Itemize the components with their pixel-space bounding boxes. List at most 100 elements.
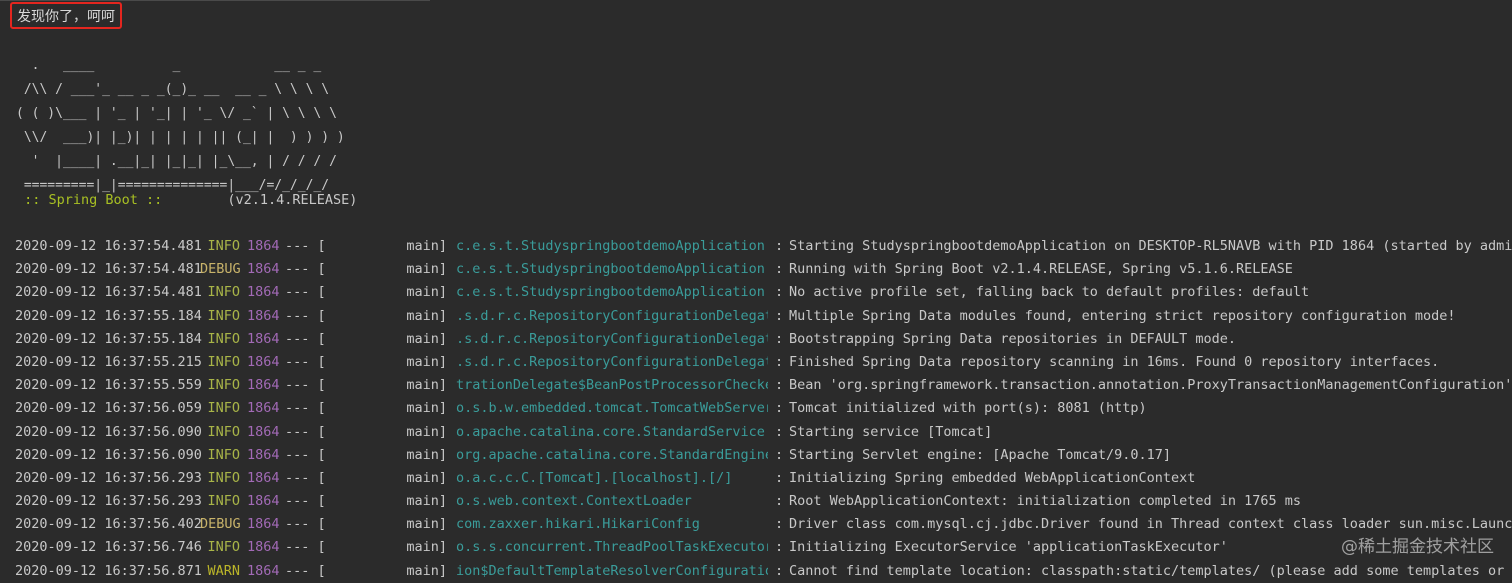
log-thread: main]: [406, 539, 447, 556]
log-colon: :: [775, 307, 784, 324]
log-timestamp: 2020-09-12 16:37:56.090: [15, 423, 202, 440]
log-message: Starting StudyspringbootdemoApplication …: [789, 238, 1512, 254]
log-logger: o.a.c.c.C.[Tomcat].[localhost].[/]: [456, 469, 733, 486]
log-logger: o.s.b.w.embedded.tomcat.TomcatWebServer: [456, 400, 768, 417]
log-colon: :: [775, 516, 784, 533]
log-logger: .s.d.r.c.RepositoryConfigurationDelegate: [456, 330, 768, 347]
log-row: 2020-09-12 16:37:55.559 INFO 1864 --- [main…: [0, 374, 1512, 397]
log-level: INFO: [207, 330, 240, 347]
log-logger: c.e.s.t.StudyspringbootdemoApplication: [456, 261, 765, 278]
banner-line: . ____ _ __ _ _: [16, 58, 322, 73]
log-timestamp: 2020-09-12 16:37:55.215: [15, 353, 202, 370]
log-row: 2020-09-12 16:37:56.090 INFO 1864 --- [main…: [0, 421, 1512, 444]
log-pid: 1864: [247, 377, 280, 394]
spring-boot-label: :: Spring Boot ::: [16, 192, 171, 208]
log-timestamp: 2020-09-12 16:37:56.090: [15, 446, 202, 463]
log-row: 2020-09-12 16:37:55.184 INFO 1864 --- [main…: [0, 328, 1512, 351]
log-message: Root WebApplicationContext: initializati…: [789, 493, 1302, 510]
log-message: Running with Spring Boot v2.1.4.RELEASE,…: [789, 261, 1293, 278]
log-colon: :: [775, 353, 784, 370]
log-colon: :: [775, 377, 784, 394]
log-thread: main]: [406, 516, 447, 533]
log-thread: main]: [406, 562, 447, 579]
log-timestamp: 2020-09-12 16:37:56.293: [15, 469, 202, 486]
log-timestamp: 2020-09-12 16:37:55.184: [15, 307, 202, 324]
log-thread: main]: [406, 284, 447, 301]
log-timestamp: 2020-09-12 16:37:54.481: [15, 284, 202, 301]
log-thread: main]: [406, 446, 447, 463]
log-colon: :: [775, 562, 784, 579]
log-colon: :: [775, 469, 784, 486]
log-pid: 1864: [247, 330, 280, 347]
log-logger: c.e.s.t.StudyspringbootdemoApplication: [456, 238, 765, 254]
log-pid: 1864: [247, 238, 280, 254]
log-colon: :: [775, 284, 784, 301]
log-level: INFO: [207, 423, 240, 440]
log-thread: main]: [406, 493, 447, 510]
log-pid: 1864: [247, 353, 280, 370]
log-pid: 1864: [247, 516, 280, 533]
log-level: WARN: [207, 562, 240, 579]
log-message: Finished Spring Data repository scanning…: [789, 353, 1440, 370]
log-row: 2020-09-12 16:37:54.481 DEBUG 1864 --- [mai…: [0, 258, 1512, 281]
log-level: INFO: [207, 400, 240, 417]
log-thread: main]: [406, 330, 447, 347]
log-row: 2020-09-12 16:37:56.871 WARN 1864 --- [main…: [0, 560, 1512, 583]
log-message: Bean 'org.springframework.transaction.an…: [789, 377, 1512, 394]
log-row: 2020-09-12 16:37:56.293 INFO 1864 --- [main…: [0, 490, 1512, 513]
log-row: 2020-09-12 16:37:55.184 INFO 1864 --- [main…: [0, 305, 1512, 328]
log-colon: :: [775, 261, 784, 278]
output-text: 发现你了，呵呵: [17, 8, 115, 25]
log-level: INFO: [207, 446, 240, 463]
log-level: INFO: [207, 469, 240, 486]
log-logger: c.e.s.t.StudyspringbootdemoApplication: [456, 284, 765, 301]
log-logger: o.s.s.concurrent.ThreadPoolTaskExecutor: [456, 539, 768, 556]
log-level: DEBUG: [200, 516, 241, 533]
log-row: 2020-09-12 16:37:56.746 INFO 1864 --- [main…: [0, 536, 1512, 559]
log-row: 2020-09-12 16:37:56.059 INFO 1864 --- [main…: [0, 397, 1512, 420]
log-row: 2020-09-12 16:37:54.481 INFO 1864 --- [main…: [0, 281, 1512, 304]
log-row: 2020-09-12 16:37:56.090 INFO 1864 --- [main…: [0, 444, 1512, 467]
log-timestamp: 2020-09-12 16:37:56.871: [15, 562, 202, 579]
log-timestamp: 2020-09-12 16:37:54.481: [15, 238, 202, 254]
log-pid: 1864: [247, 562, 280, 579]
spring-boot-version-line: :: Spring Boot :: (v2.1.4.RELEASE): [16, 188, 357, 212]
log-level: INFO: [207, 238, 240, 254]
log-pid: 1864: [247, 469, 280, 486]
log-logger: trationDelegate$BeanPostProcessorChecker: [456, 377, 768, 394]
log-timestamp: 2020-09-12 16:37:54.481: [15, 261, 202, 278]
log-level: INFO: [207, 284, 240, 301]
log-colon: :: [775, 446, 784, 463]
log-message: Initializing Spring embedded WebApplicat…: [789, 469, 1196, 486]
log-thread: main]: [406, 238, 447, 254]
log-row: 2020-09-12 16:37:56.293 INFO 1864 --- [main…: [0, 467, 1512, 490]
log-message: Tomcat initialized with port(s): 8081 (h…: [789, 400, 1147, 417]
log-row: 2020-09-12 16:37:55.215 INFO 1864 --- [main…: [0, 351, 1512, 374]
banner-line: ( ( )\___ | '_ | '_| | '_ \/ _` | \ \ \ …: [16, 106, 337, 121]
log-colon: :: [775, 539, 784, 556]
log-pid: 1864: [247, 493, 280, 510]
log-logger: .s.d.r.c.RepositoryConfigurationDelegate: [456, 353, 768, 370]
log-logger: o.apache.catalina.core.StandardService: [456, 423, 765, 440]
watermark-text: @稀土掘金技术社区: [1341, 537, 1494, 557]
log-colon: :: [775, 400, 784, 417]
log-pid: 1864: [247, 307, 280, 324]
log-pid: 1864: [247, 446, 280, 463]
log-level: DEBUG: [200, 261, 241, 278]
log-timestamp: 2020-09-12 16:37:56.402: [15, 516, 202, 533]
console-log-area[interactable]: 2020-09-12 16:37:54.481 INFO 1864 --- [main…: [0, 235, 1512, 583]
log-message: Initializing ExecutorService 'applicatio…: [789, 539, 1228, 556]
log-thread: main]: [406, 261, 447, 278]
log-level: INFO: [207, 539, 240, 556]
log-pid: 1864: [247, 400, 280, 417]
log-colon: :: [775, 493, 784, 510]
log-pid: 1864: [247, 423, 280, 440]
log-pid: 1864: [247, 284, 280, 301]
log-logger: ion$DefaultTemplateResolverConfiguration: [456, 562, 768, 579]
log-thread: main]: [406, 307, 447, 324]
log-logger: o.s.web.context.ContextLoader: [456, 493, 692, 510]
log-thread: main]: [406, 469, 447, 486]
spring-boot-version: (v2.1.4.RELEASE): [170, 192, 358, 208]
log-row: 2020-09-12 16:37:56.402 DEBUG 1864 --- [mai…: [0, 513, 1512, 536]
log-message: Multiple Spring Data modules found, ente…: [789, 307, 1456, 324]
